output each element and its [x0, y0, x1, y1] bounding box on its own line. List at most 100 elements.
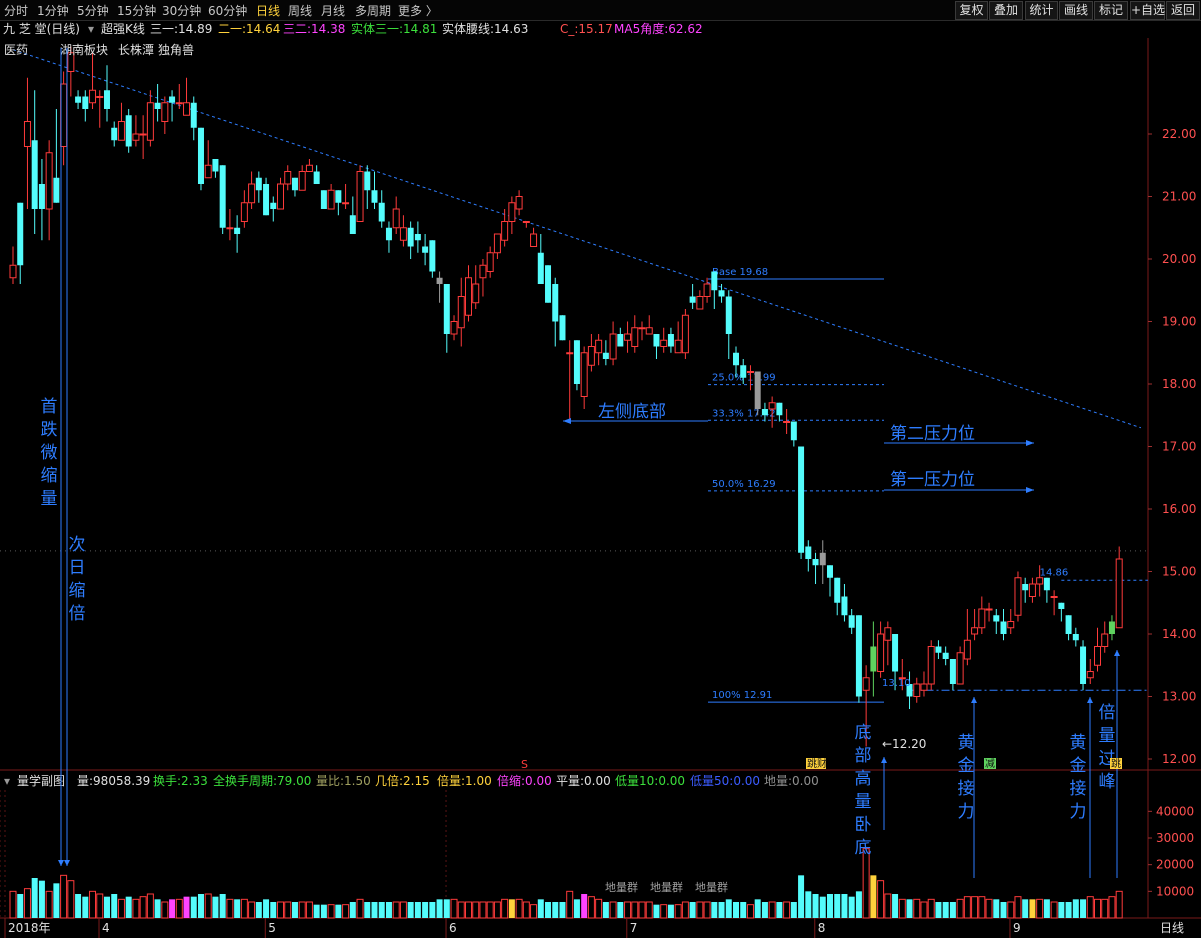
- volume-bar: [660, 904, 668, 919]
- candle-body: [530, 233, 538, 247]
- annotation-first-drop-char: 跌: [41, 420, 58, 440]
- arrow-first-drop-head: [58, 860, 64, 866]
- candle-body: [111, 127, 118, 141]
- annotation-first-drop-char: 首: [41, 397, 58, 417]
- candle-body: [472, 283, 480, 304]
- candle-body: [609, 333, 617, 360]
- volume-bar: [862, 848, 870, 919]
- candle-body: [38, 184, 45, 209]
- candle-body: [746, 371, 754, 373]
- candle-body: [486, 252, 494, 272]
- candle-body: [761, 409, 768, 416]
- candle-body: [212, 159, 219, 172]
- annotation-golden-2-char: 黄: [1070, 733, 1087, 753]
- candle-body: [399, 227, 407, 241]
- arrow-pressure-2-head: [1026, 440, 1034, 446]
- candle-body: [479, 264, 487, 279]
- candle-body: [284, 171, 292, 185]
- annotation-golden-1: 黄金接力: [958, 733, 975, 822]
- candle-body: [566, 352, 574, 355]
- volume-bar: [725, 899, 732, 918]
- volume-bar: [819, 896, 826, 918]
- candle-body: [161, 102, 169, 122]
- candle-body: [645, 327, 653, 335]
- volume-bar: [718, 902, 725, 918]
- annotation-bottom-volume: 底部高量卧底: [855, 723, 872, 858]
- price-tick-label: 22.00: [1162, 127, 1196, 141]
- sector-tag[interactable]: 独角兽: [158, 43, 194, 57]
- candle-body: [689, 296, 696, 303]
- candle-body: [23, 121, 31, 147]
- volume-bar: [522, 901, 530, 919]
- candle-body: [913, 683, 921, 697]
- annotation-left-bottom: 左侧底部: [598, 402, 666, 422]
- volume-bar: [45, 890, 53, 919]
- annotation-bottom-volume-char: 量: [855, 792, 872, 812]
- volume-bar: [399, 901, 407, 919]
- candle-body: [812, 559, 819, 566]
- volume-bar: [450, 898, 458, 919]
- volume-bar: [277, 901, 285, 919]
- fib-level-label: Base 19.68: [712, 267, 768, 278]
- volume-bar: [305, 901, 313, 919]
- candle-body: [1007, 621, 1015, 629]
- signal-tag: 减: [985, 758, 995, 770]
- low-price-mark: ←12.20: [882, 737, 926, 751]
- volume-bar: [125, 896, 132, 918]
- candle-body: [53, 177, 60, 203]
- volume-bar: [385, 902, 392, 918]
- candle-body: [522, 221, 530, 223]
- candle-body: [1036, 577, 1044, 585]
- volume-bar: [631, 901, 639, 919]
- volume-bar: [978, 896, 986, 919]
- annotation-peak-char: 量: [1099, 726, 1116, 746]
- candle-body: [349, 215, 356, 234]
- volume-bar: [9, 890, 17, 919]
- annotation-bottom-volume-char: 底: [855, 723, 872, 743]
- volume-bar: [1108, 896, 1116, 919]
- volume-bar: [378, 902, 385, 918]
- candle-body: [1014, 577, 1022, 616]
- time-tick-label: 7: [630, 921, 638, 935]
- sector-tag[interactable]: 医药: [4, 43, 28, 57]
- candle-body: [1043, 577, 1050, 591]
- annotation-golden-1-char: 黄: [958, 733, 975, 753]
- volume-bar: [674, 904, 682, 919]
- volume-bar: [733, 902, 739, 918]
- volume-bar: [624, 901, 632, 919]
- price-tick-label: 17.00: [1162, 440, 1196, 454]
- annotation-golden-1-char: 力: [958, 802, 975, 822]
- candle-body: [638, 327, 646, 330]
- volume-bar: [798, 875, 805, 918]
- candle-body: [9, 264, 17, 279]
- annotation-pressure-2: 第二压力位: [890, 424, 975, 444]
- candle-body: [436, 277, 443, 284]
- volume-bar: [566, 890, 574, 919]
- candle-body: [971, 627, 979, 635]
- candle-body: [740, 365, 747, 378]
- volume-bar: [740, 902, 747, 918]
- volume-bar: [1029, 899, 1036, 918]
- volume-bar: [1080, 899, 1087, 918]
- price-tick-label: 18.00: [1162, 377, 1196, 391]
- candle-body: [667, 334, 674, 347]
- candle-body: [190, 102, 197, 128]
- volume-bar: [754, 899, 761, 918]
- fib-level-label: 100% 12.91: [712, 690, 772, 701]
- volume-bar: [1014, 896, 1022, 919]
- volume-bar: [1007, 901, 1015, 919]
- candle-body: [132, 133, 140, 141]
- volume-bar: [349, 902, 356, 918]
- volume-bar: [971, 896, 979, 919]
- candle-body: [573, 340, 580, 384]
- candle-body: [515, 196, 523, 210]
- sector-tag[interactable]: 长株潭: [118, 42, 154, 57]
- signal-tag: 跳财: [807, 757, 827, 770]
- annotation-golden-2-char: 金: [1070, 756, 1087, 776]
- arrow-next-day-head: [64, 860, 70, 866]
- candle-body: [1058, 602, 1065, 609]
- volume-bar: [313, 904, 320, 918]
- candle-body: [848, 615, 855, 628]
- candle-body: [204, 164, 212, 179]
- volume-bar: [103, 896, 110, 918]
